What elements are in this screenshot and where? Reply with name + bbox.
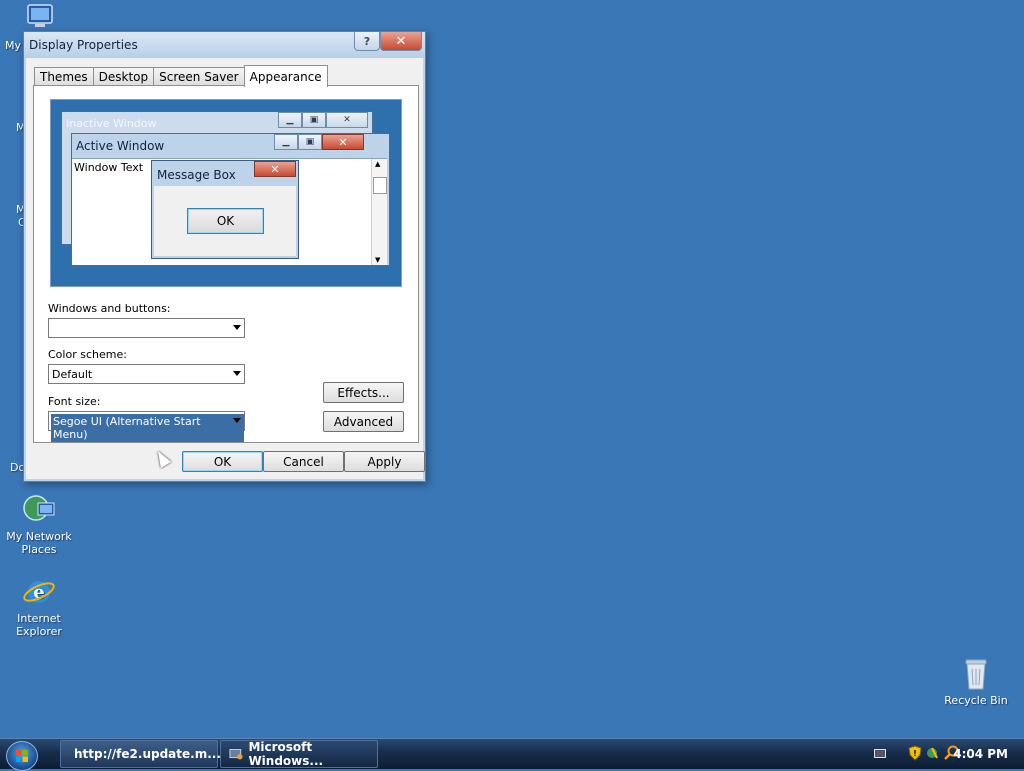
preview-active-title: Active Window [76, 139, 165, 153]
scroll-up-arrow-icon: ▲ [375, 160, 381, 168]
tab-screen-saver[interactable]: Screen Saver [153, 67, 245, 86]
minimize-icon: ▁ [274, 134, 298, 150]
desktop-icon-recycle-bin[interactable]: Recycle Bin [937, 657, 1015, 707]
network-icon[interactable] [926, 745, 940, 761]
maximize-icon: ▣ [302, 112, 326, 128]
display-properties-dialog: Display Properties ? ✕ Themes Desktop Sc… [23, 31, 426, 482]
close-icon: ✕ [326, 112, 368, 128]
preview-ok-button: OK [187, 208, 264, 234]
dialog-client-area: Themes Desktop Screen Saver Appearance I… [26, 58, 425, 479]
desktop-icon-label: My [5, 39, 22, 52]
font-size-value: Segoe UI (Alternative Start Menu) [51, 414, 244, 442]
taskbar-button-display-properties[interactable]: Microsoft Windows... [220, 740, 378, 768]
recycle-bin-icon [959, 657, 993, 691]
window-title: Display Properties [29, 38, 138, 52]
font-size-label: Font size: [48, 395, 101, 408]
help-button[interactable]: ? [354, 32, 380, 51]
chevron-down-icon [233, 325, 241, 330]
internet-explorer-icon: e [22, 575, 56, 609]
chevron-down-icon [233, 418, 241, 423]
close-icon: ✕ [254, 161, 296, 177]
cancel-button[interactable]: Cancel [263, 451, 344, 472]
tab-themes[interactable]: Themes [34, 67, 94, 86]
display-properties-icon [229, 749, 243, 760]
taskbar-button-internet-explorer[interactable]: e http://fe2.update.m... [60, 740, 221, 768]
keyboard-icon[interactable] [874, 749, 886, 758]
chevron-down-icon [233, 371, 241, 376]
close-icon: ✕ [395, 33, 407, 49]
preview-message-body: OK [154, 186, 296, 256]
svg-text:!: ! [913, 749, 917, 758]
maximize-icon: ▣ [298, 134, 322, 150]
desktop-icon-label: My Network Places [6, 530, 72, 556]
tab-desktop[interactable]: Desktop [92, 67, 155, 86]
taskbar-button-label: Microsoft Windows... [248, 740, 324, 768]
system-tray: ! 4:04 PM [864, 739, 1024, 769]
windows-buttons-dropdown[interactable] [48, 318, 245, 338]
scroll-down-arrow-icon: ▼ [375, 256, 381, 264]
desktop-icon-label: Recycle Bin [944, 694, 1008, 707]
effects-button[interactable]: Effects... [323, 382, 404, 403]
preview-scroll-thumb [373, 177, 387, 194]
color-scheme-value: Default [52, 368, 93, 381]
color-scheme-label: Color scheme: [48, 348, 127, 361]
windows-buttons-label: Windows and buttons: [48, 302, 171, 315]
preview-window-text: Window Text [74, 161, 144, 174]
desktop-icon-my-network-places[interactable]: My Network Places [0, 493, 78, 556]
close-button[interactable]: ✕ [380, 32, 422, 51]
title-bar[interactable]: Display Properties ? ✕ [24, 32, 425, 58]
desktop-icon-internet-explorer[interactable]: e Internet Explorer [0, 575, 78, 638]
preview-message-title: Message Box [157, 168, 236, 182]
advanced-button[interactable]: Advanced [323, 411, 404, 432]
taskbar-clock[interactable]: 4:04 PM [953, 747, 1008, 761]
apply-button[interactable]: Apply [344, 451, 425, 472]
taskbar-button-label: http://fe2.update.m... [74, 747, 221, 761]
close-icon: ✕ [322, 134, 364, 150]
taskbar: e http://fe2.update.m... Microsoft Windo… [0, 738, 1024, 771]
appearance-panel: Inactive Window ▁ ▣ ✕ Active Window ▁ ▣ … [33, 85, 419, 443]
minimize-icon: ▁ [278, 112, 302, 128]
tab-appearance[interactable]: Appearance [243, 65, 328, 87]
preview-inactive-title: Inactive Window [66, 117, 157, 130]
preview-message-box: Message Box ✕ OK [151, 160, 299, 259]
ok-button[interactable]: OK [182, 451, 263, 472]
network-globe-icon [22, 493, 56, 527]
appearance-preview: Inactive Window ▁ ▣ ✕ Active Window ▁ ▣ … [50, 99, 402, 287]
security-shield-icon[interactable]: ! [908, 745, 922, 761]
color-scheme-dropdown[interactable]: Default [48, 364, 245, 384]
desktop-icon-label: Internet Explorer [16, 612, 62, 638]
font-size-dropdown[interactable]: Segoe UI (Alternative Start Menu) [48, 411, 245, 442]
preview-scrollbar: ▲ ▼ [371, 159, 387, 265]
windows-logo-icon [16, 750, 28, 762]
tab-strip: Themes Desktop Screen Saver Appearance [34, 64, 328, 87]
start-button[interactable] [6, 741, 38, 771]
